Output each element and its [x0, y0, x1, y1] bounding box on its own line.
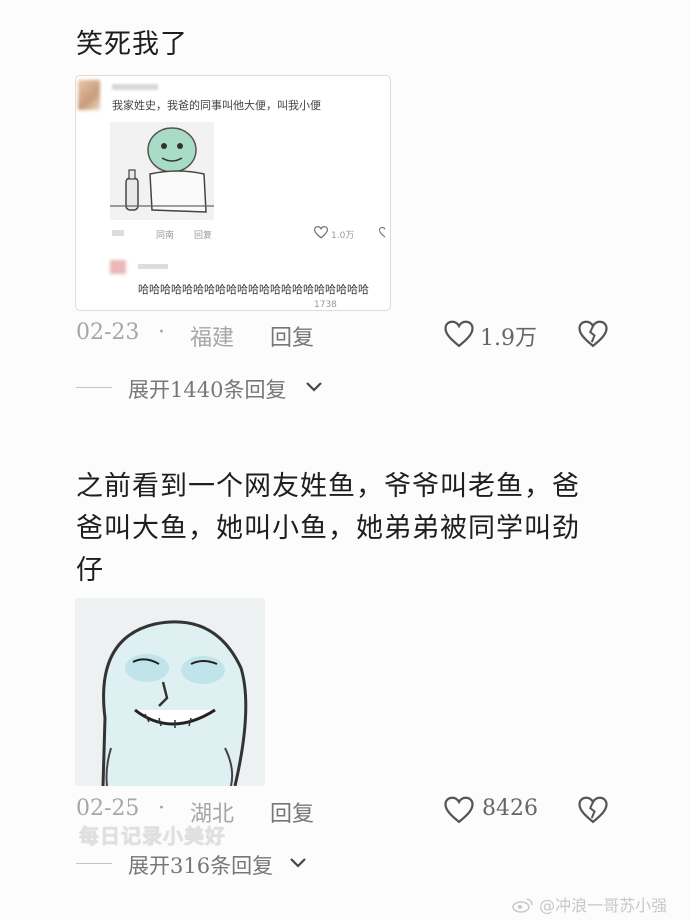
weibo-watermark: @冲浪一哥苏小强 — [512, 892, 667, 916]
like-count: 8426 — [482, 796, 538, 821]
comment-location: 福建 — [190, 326, 235, 351]
broken-heart-icon[interactable] — [379, 226, 391, 239]
broken-heart-icon[interactable] — [578, 320, 608, 348]
comment-text-line-3: 仔 — [76, 555, 104, 586]
expand-replies-label: 展开1440条回复 — [128, 378, 287, 402]
divider-dash — [76, 387, 112, 388]
separator-dot: · — [158, 796, 165, 821]
heart-outline-icon[interactable] — [314, 226, 328, 239]
embed-reply-link[interactable]: 回复 — [194, 228, 212, 241]
embedded-screenshot[interactable]: 我家姓史，我爸的同事叫他大便，叫我小便 同南 回复 1.0万 哈哈哈哈哈哈哈哈哈… — [75, 75, 391, 311]
embed-reply-text: 哈哈哈哈哈哈哈哈哈哈哈哈哈哈哈哈哈哈哈哈哈 — [138, 283, 369, 296]
comment-date: 02-23 — [76, 320, 140, 345]
reply-button[interactable]: 回复 — [270, 320, 314, 352]
blurred-date — [112, 230, 124, 236]
comment-text-line-2: 爸叫大鱼，她叫小鱼，她弟弟被同学叫劲 — [76, 513, 580, 544]
reply-button[interactable]: 回复 — [270, 796, 314, 828]
embed-comment-text: 我家姓史，我爸的同事叫他大便，叫我小便 — [112, 99, 321, 112]
meme-sticker-image — [110, 122, 214, 220]
weibo-logo-icon — [512, 898, 533, 913]
like-count: 1.9万 — [480, 326, 537, 351]
comment-text: 笑死我了 — [76, 29, 188, 60]
heart-outline-icon[interactable] — [444, 796, 474, 824]
watermark-text: 每日记录小美好 — [79, 824, 226, 848]
comment-date: 02-25 — [76, 796, 140, 821]
chevron-down-icon — [306, 382, 322, 392]
weibo-watermark-text: @冲浪一哥苏小强 — [539, 896, 668, 915]
meme-sticker-image[interactable] — [75, 598, 265, 786]
chevron-down-icon — [290, 858, 306, 868]
embed-location: 同南 — [156, 231, 175, 241]
expand-replies-label: 展开316条回复 — [128, 854, 274, 878]
divider-dash — [76, 863, 112, 864]
heart-outline-icon[interactable] — [444, 320, 474, 348]
separator-dot: · — [158, 320, 165, 345]
avatar — [78, 80, 100, 110]
blurred-username — [112, 84, 158, 90]
comment-meta: 02-23 · 福建 回复 1.9万 — [76, 314, 616, 354]
broken-heart-icon[interactable] — [578, 796, 608, 824]
embed-like-count: 1.0万 — [331, 231, 355, 241]
embed-reply-like: 1738 — [314, 300, 337, 310]
blurred-reply-username — [138, 264, 168, 269]
comment-text-line-1: 之前看到一个网友姓鱼，爷爷叫老鱼，爸 — [76, 471, 580, 502]
reply-avatar — [110, 260, 126, 274]
